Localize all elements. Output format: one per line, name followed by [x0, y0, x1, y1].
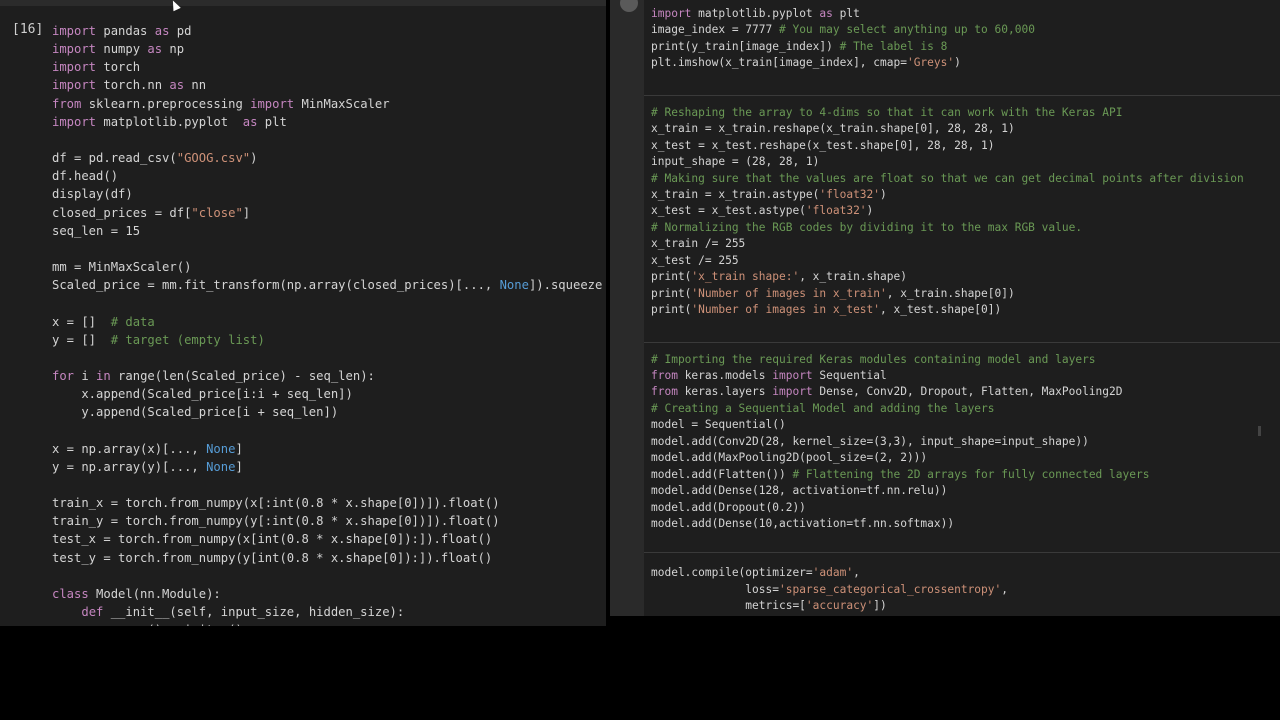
cell-gutter — [610, 0, 644, 616]
right-code-line[interactable]: from keras.models import Sequential — [651, 368, 1244, 384]
left-code-line[interactable]: df.head() — [52, 167, 602, 185]
right-code-line[interactable]: model.add(Conv2D(28, kernel_size=(3,3), … — [651, 434, 1244, 450]
left-code-line[interactable]: y = np.array(y)[..., None] — [52, 458, 602, 476]
right-code-line[interactable] — [651, 549, 1244, 565]
right-code-line[interactable]: model = Sequential() — [651, 417, 1244, 433]
right-code-line[interactable]: model.compile(optimizer='adam', — [651, 565, 1244, 581]
right-code-line[interactable]: # Importing the required Keras modules c… — [651, 352, 1244, 368]
left-code-line[interactable] — [52, 131, 602, 149]
left-code-line[interactable]: mm = MinMaxScaler() — [52, 258, 602, 276]
left-code-line[interactable]: class Model(nn.Module): — [52, 585, 602, 603]
left-code-line[interactable]: display(df) — [52, 185, 602, 203]
right-code-line[interactable]: x_test /= 255 — [651, 253, 1244, 269]
right-code-line[interactable] — [651, 319, 1244, 335]
right-code-editor[interactable]: import matplotlib.pyplot as plt image_ind… — [651, 6, 1244, 615]
left-code-line[interactable]: import pandas as pd — [52, 22, 602, 40]
right-code-line[interactable] — [651, 533, 1244, 549]
right-code-line[interactable]: # Normalizing the RGB codes by dividing … — [651, 220, 1244, 236]
right-code-line[interactable]: print('Number of images in x_test', x_te… — [651, 302, 1244, 318]
scrollbar-thumb[interactable] — [1258, 426, 1261, 436]
right-code-line[interactable]: import matplotlib.pyplot as plt — [651, 6, 1244, 22]
left-code-line[interactable]: x = np.array(x)[..., None] — [52, 440, 602, 458]
left-code-editor[interactable]: import pandas as pd import numpy as np imp… — [52, 22, 602, 626]
left-code-line[interactable]: y.append(Scaled_price[i + seq_len]) — [52, 403, 602, 421]
left-code-line[interactable]: super().__init__() — [52, 621, 602, 626]
left-code-line[interactable]: df = pd.read_csv("GOOG.csv") — [52, 149, 602, 167]
right-code-line[interactable]: x_train = x_train.reshape(x_train.shape[… — [651, 121, 1244, 137]
left-code-line[interactable]: test_y = torch.from_numpy(y[int(0.8 * x.… — [52, 549, 602, 567]
left-code-line[interactable] — [52, 421, 602, 439]
left-code-line[interactable]: import torch.nn as nn — [52, 76, 602, 94]
left-code-line[interactable]: from sklearn.preprocessing import MinMax… — [52, 95, 602, 113]
right-code-line[interactable] — [651, 72, 1244, 88]
left-code-line[interactable]: test_x = torch.from_numpy(x[int(0.8 * x.… — [52, 530, 602, 548]
right-code-line[interactable]: metrics=['accuracy']) — [651, 598, 1244, 614]
left-code-line[interactable]: x = [] # data — [52, 313, 602, 331]
left-code-line[interactable]: import numpy as np — [52, 40, 602, 58]
left-code-line[interactable]: import matplotlib.pyplot as plt — [52, 113, 602, 131]
left-code-line[interactable] — [52, 476, 602, 494]
left-code-line[interactable] — [52, 240, 602, 258]
left-code-line[interactable]: closed_prices = df["close"] — [52, 204, 602, 222]
right-notebook-cell[interactable]: import matplotlib.pyplot as plt image_ind… — [610, 0, 1280, 616]
left-code-line[interactable]: y = [] # target (empty list) — [52, 331, 602, 349]
right-code-line[interactable]: from keras.layers import Dense, Conv2D, … — [651, 384, 1244, 400]
left-code-line[interactable]: Scaled_price = mm.fit_transform(np.array… — [52, 276, 602, 294]
left-code-line[interactable] — [52, 294, 602, 312]
right-code-line[interactable]: x_test = x_test.reshape(x_test.shape[0],… — [651, 138, 1244, 154]
left-code-line[interactable]: train_y = torch.from_numpy(y[:int(0.8 * … — [52, 512, 602, 530]
right-code-line[interactable]: x_train /= 255 — [651, 236, 1244, 252]
right-code-line[interactable]: # Creating a Sequential Model and adding… — [651, 401, 1244, 417]
left-code-line[interactable]: x.append(Scaled_price[i:i + seq_len]) — [52, 385, 602, 403]
right-code-line[interactable]: print(y_train[image_index]) # The label … — [651, 39, 1244, 55]
right-code-line[interactable]: model.add(MaxPooling2D(pool_size=(2, 2))… — [651, 450, 1244, 466]
right-code-line[interactable] — [651, 88, 1244, 104]
left-code-line[interactable]: import torch — [52, 58, 602, 76]
execution-count: [16] — [12, 22, 44, 37]
left-notebook-cell[interactable]: [16] import pandas as pd import numpy as … — [0, 0, 606, 626]
left-code-line[interactable]: train_x = torch.from_numpy(x[:int(0.8 * … — [52, 494, 602, 512]
right-code-line[interactable]: print('x_train shape:', x_train.shape) — [651, 269, 1244, 285]
right-code-line[interactable] — [651, 335, 1244, 351]
left-code-line[interactable]: seq_len = 15 — [52, 222, 602, 240]
right-code-line[interactable]: model.add(Dense(10,activation=tf.nn.soft… — [651, 516, 1244, 532]
right-code-line[interactable]: x_test = x_test.astype('float32') — [651, 203, 1244, 219]
right-code-line[interactable]: print('Number of images in x_train', x_t… — [651, 286, 1244, 302]
right-code-line[interactable]: # Making sure that the values are float … — [651, 171, 1244, 187]
left-code-line[interactable]: def __init__(self, input_size, hidden_si… — [52, 603, 602, 621]
right-code-line[interactable]: # Reshaping the array to 4-dims so that … — [651, 105, 1244, 121]
left-code-line[interactable] — [52, 567, 602, 585]
left-code-line[interactable]: for i in range(len(Scaled_price) - seq_l… — [52, 367, 602, 385]
right-code-line[interactable]: x_train = x_train.astype('float32') — [651, 187, 1244, 203]
right-code-line[interactable]: input_shape = (28, 28, 1) — [651, 154, 1244, 170]
right-code-line[interactable]: loss='sparse_categorical_crossentropy', — [651, 582, 1244, 598]
right-code-line[interactable]: plt.imshow(x_train[image_index], cmap='G… — [651, 55, 1244, 71]
left-code-line[interactable] — [52, 349, 602, 367]
right-code-line[interactable]: model.add(Dense(128, activation=tf.nn.re… — [651, 483, 1244, 499]
right-code-line[interactable]: model.add(Dropout(0.2)) — [651, 500, 1244, 516]
right-code-line[interactable]: image_index = 7777 # You may select anyt… — [651, 22, 1244, 38]
run-cell-button[interactable] — [620, 0, 638, 12]
right-code-line[interactable]: model.add(Flatten()) # Flattening the 2D… — [651, 467, 1244, 483]
